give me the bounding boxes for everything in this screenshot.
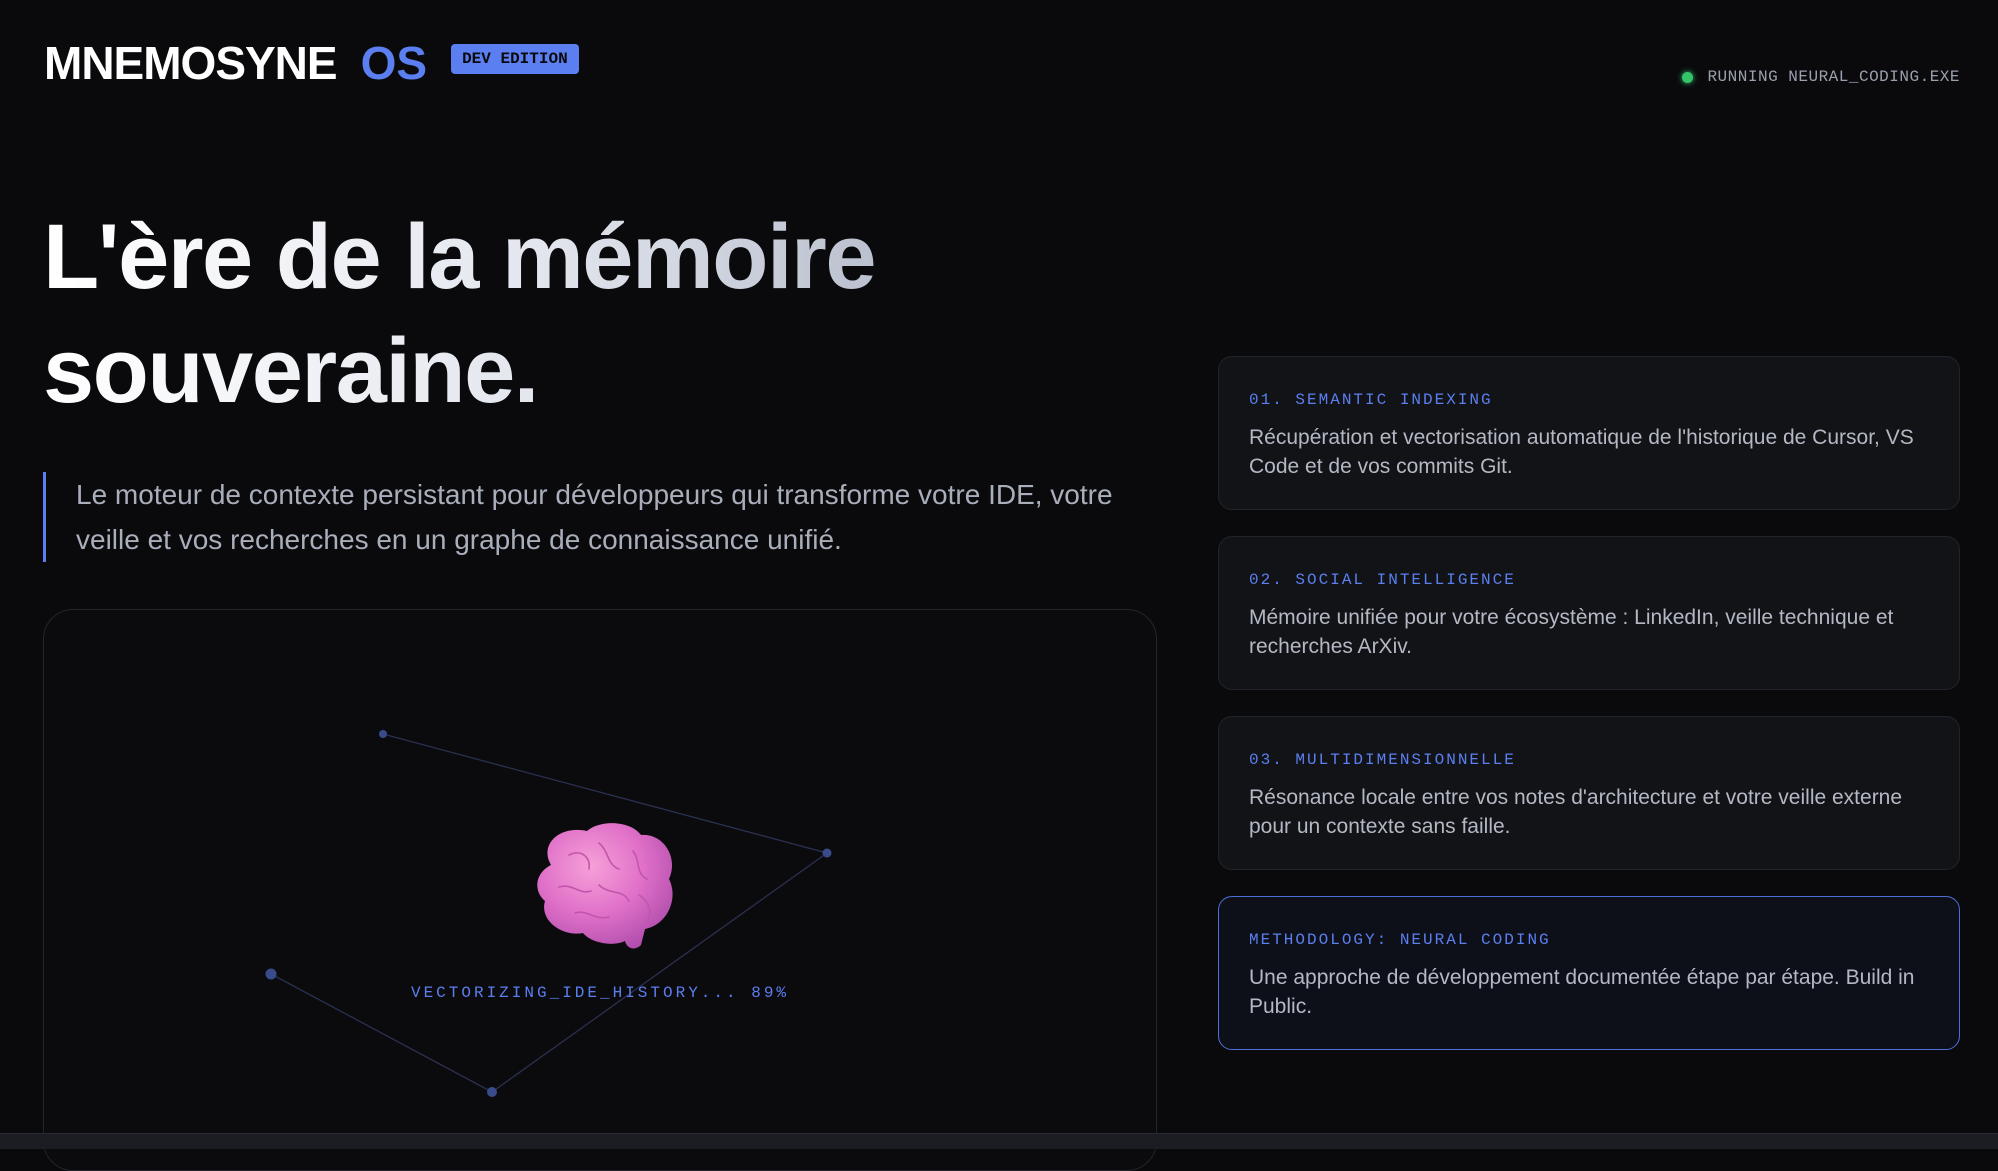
graph-node bbox=[822, 848, 832, 858]
graph-node bbox=[265, 968, 277, 980]
feature-card-methodology[interactable]: METHODOLOGY: NEURAL CODING Une approche … bbox=[1218, 896, 1960, 1050]
feature-card-multidimensional: 03. MULTIDIMENSIONNELLE Résonance locale… bbox=[1218, 716, 1960, 870]
card-text: Une approche de développement documentée… bbox=[1249, 966, 1915, 1018]
card-label: METHODOLOGY: NEURAL CODING bbox=[1249, 931, 1551, 949]
brand-logo[interactable]: MNEMOSYNE OS DEV EDITION bbox=[44, 36, 579, 90]
brand-name: MNEMOSYNE bbox=[44, 37, 338, 89]
bottom-bar bbox=[0, 1133, 1998, 1149]
card-text: Mémoire unifiée pour votre écosystème : … bbox=[1249, 606, 1894, 658]
vectorizing-status: VECTORIZING_IDE_HISTORY... 89% bbox=[410, 984, 790, 1002]
graph-node bbox=[379, 730, 387, 738]
brand-suffix: OS bbox=[360, 37, 428, 89]
brain-icon bbox=[537, 823, 673, 949]
card-label: 03. MULTIDIMENSIONNELLE bbox=[1249, 751, 1516, 769]
card-label: 01. SEMANTIC INDEXING bbox=[1249, 391, 1493, 409]
card-text: Résonance locale entre vos notes d'archi… bbox=[1249, 786, 1903, 838]
graph-node bbox=[487, 1087, 497, 1097]
hero-description: Le moteur de contexte persistant pour dé… bbox=[43, 472, 1176, 562]
neural-visual-panel: VECTORIZING_IDE_HISTORY... 89% bbox=[43, 609, 1157, 1171]
network-graph bbox=[265, 730, 832, 1097]
card-label: 02. SOCIAL INTELLIGENCE bbox=[1249, 571, 1516, 589]
edition-badge: DEV EDITION bbox=[451, 44, 579, 74]
hero-title-line1: L'ère de la mémoire bbox=[43, 206, 875, 308]
status-dot-icon bbox=[1682, 71, 1694, 83]
status-text: RUNNING NEURAL_CODING.EXE bbox=[1707, 68, 1960, 86]
card-text: Récupération et vectorisation automatiqu… bbox=[1249, 426, 1914, 478]
hero-title-line2: souveraine. bbox=[43, 320, 538, 422]
feature-card-semantic-indexing: 01. SEMANTIC INDEXING Récupération et ve… bbox=[1218, 356, 1960, 510]
status-indicator: RUNNING NEURAL_CODING.EXE bbox=[1682, 68, 1960, 86]
hero-title: L'ère de la mémoire souveraine. bbox=[43, 200, 1143, 428]
feature-card-social-intelligence: 02. SOCIAL INTELLIGENCE Mémoire unifiée … bbox=[1218, 536, 1960, 690]
